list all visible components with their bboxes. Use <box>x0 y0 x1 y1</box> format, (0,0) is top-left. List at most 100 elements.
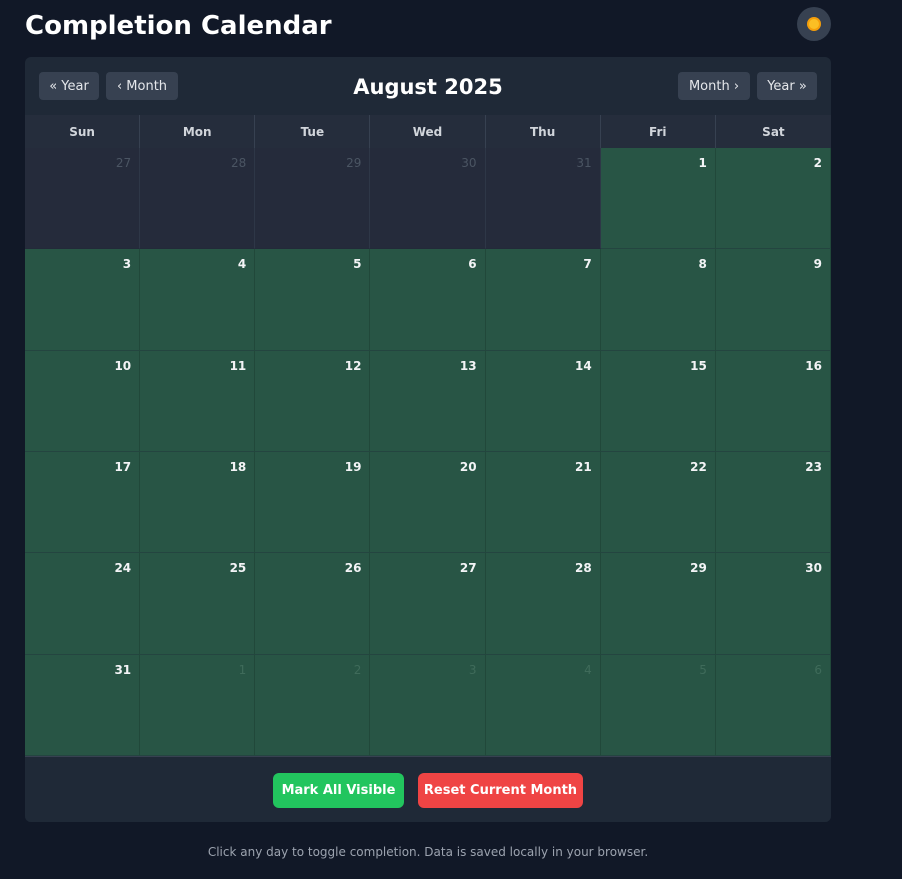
day-cell[interactable]: 17 <box>25 452 141 554</box>
day-number: 30 <box>805 561 822 576</box>
weekday-thu: Thu <box>486 115 601 148</box>
day-number: 11 <box>229 358 247 373</box>
day-cell[interactable]: 7 <box>485 249 601 351</box>
action-bar: Mark All Visible Reset Current Month <box>25 756 831 822</box>
day-cell[interactable]: 31 <box>485 148 601 250</box>
day-cell[interactable]: 25 <box>140 553 256 655</box>
day-number: 18 <box>229 460 247 474</box>
day-number: 9 <box>813 257 822 272</box>
day-cell[interactable]: 4 <box>485 654 601 756</box>
footer-note: Click any day to toggle completion. Data… <box>207 845 649 859</box>
day-number: 23 <box>805 460 822 474</box>
day-number: 2 <box>813 156 822 170</box>
day-cell[interactable]: 14 <box>485 350 601 452</box>
day-number: 26 <box>344 561 362 576</box>
day-cell[interactable]: 23 <box>715 452 831 554</box>
day-cell[interactable]: 29 <box>255 148 371 250</box>
day-number: 19 <box>344 460 362 474</box>
day-cell[interactable]: 28 <box>140 148 256 250</box>
day-cell[interactable]: 27 <box>370 553 486 655</box>
weekday-header: Sun Mon Tue Wed Thu Fri Sat <box>25 115 831 149</box>
day-number: 28 <box>575 561 592 576</box>
prev-month-button[interactable]: ‹ Month <box>106 72 178 100</box>
day-number: 25 <box>229 561 247 576</box>
day-cell[interactable]: 13 <box>370 350 486 452</box>
day-number: 13 <box>459 358 477 373</box>
day-number: 8 <box>698 257 707 272</box>
day-cell[interactable]: 29 <box>600 553 716 655</box>
day-cell[interactable]: 15 <box>600 350 716 452</box>
day-cell[interactable]: 10 <box>25 350 141 452</box>
day-cell[interactable]: 19 <box>255 452 371 554</box>
day-number: 31 <box>114 662 132 677</box>
day-cell[interactable]: 9 <box>715 249 831 351</box>
day-cell[interactable]: 18 <box>140 452 256 554</box>
day-number: 27 <box>115 156 132 170</box>
theme-toggle-button[interactable] <box>797 7 831 41</box>
day-number: 6 <box>468 257 477 272</box>
day-number: 31 <box>576 156 592 170</box>
day-number: 15 <box>690 358 707 373</box>
prev-year-button[interactable]: « Year <box>39 72 99 100</box>
day-cell[interactable]: 21 <box>485 452 601 554</box>
day-number: 29 <box>346 156 362 170</box>
day-number: 12 <box>344 358 362 373</box>
day-number: 2 <box>353 662 362 677</box>
day-number: 22 <box>690 460 707 474</box>
day-number: 10 <box>114 358 132 373</box>
day-cell[interactable]: 2 <box>255 654 371 756</box>
day-number: 4 <box>237 257 247 272</box>
day-cell[interactable]: 6 <box>715 654 831 756</box>
day-cell[interactable]: 11 <box>140 350 256 452</box>
calendar-toolbar: « Year ‹ Month August 2025 Month › Year … <box>25 57 831 115</box>
day-cell[interactable]: 4 <box>140 249 256 351</box>
weekday-fri: Fri <box>601 115 716 148</box>
day-cell[interactable]: 1 <box>600 148 716 250</box>
weekday-sun: Sun <box>25 115 141 148</box>
day-cell[interactable]: 30 <box>715 553 831 655</box>
day-cell[interactable]: 8 <box>600 249 716 351</box>
next-month-button[interactable]: Month › <box>678 72 750 100</box>
day-cell[interactable]: 3 <box>370 654 486 756</box>
day-number: 3 <box>122 257 132 272</box>
day-number: 20 <box>459 460 477 474</box>
day-cell[interactable]: 28 <box>485 553 601 655</box>
day-number: 7 <box>583 257 592 272</box>
day-cell[interactable]: 30 <box>370 148 486 250</box>
day-cell[interactable]: 26 <box>255 553 371 655</box>
mark-all-visible-button[interactable]: Mark All Visible <box>273 773 404 808</box>
day-cell[interactable]: 6 <box>370 249 486 351</box>
weekday-mon: Mon <box>140 115 256 148</box>
weekday-sat: Sat <box>762 124 785 139</box>
day-number: 1 <box>698 156 707 170</box>
calendar-card: « Year ‹ Month August 2025 Month › Year … <box>25 57 831 822</box>
day-number: 6 <box>814 662 822 677</box>
day-number: 17 <box>114 460 132 474</box>
day-number: 5 <box>353 257 362 272</box>
day-number: 24 <box>114 561 132 576</box>
reset-current-month-button[interactable]: Reset Current Month <box>418 773 583 808</box>
day-number: 4 <box>584 662 592 677</box>
day-cell[interactable]: 16 <box>715 350 831 452</box>
app-page: Completion Calendar « Year ‹ Month Augus… <box>0 0 902 879</box>
day-cell[interactable]: 20 <box>370 452 486 554</box>
day-cell[interactable]: 31 <box>25 654 141 756</box>
day-cell[interactable]: 24 <box>25 553 141 655</box>
next-year-button[interactable]: Year » <box>757 72 817 100</box>
day-cell[interactable]: 1 <box>140 654 256 756</box>
day-cell[interactable]: 5 <box>255 249 371 351</box>
weekday-tue: Tue <box>255 115 371 148</box>
weekday-wed: Wed <box>370 115 486 148</box>
day-cell[interactable]: 5 <box>600 654 716 756</box>
day-number: 28 <box>231 156 247 170</box>
day-cell[interactable]: 2 <box>715 148 831 250</box>
day-cell[interactable]: 27 <box>25 148 141 250</box>
day-number: 29 <box>690 561 707 576</box>
day-number: 1 <box>238 662 247 677</box>
day-cell[interactable]: 12 <box>255 350 371 452</box>
day-cell[interactable]: 3 <box>25 249 141 351</box>
day-number: 27 <box>459 561 477 576</box>
day-cell[interactable]: 22 <box>600 452 716 554</box>
day-number: 14 <box>575 358 592 373</box>
day-number: 5 <box>699 662 707 677</box>
